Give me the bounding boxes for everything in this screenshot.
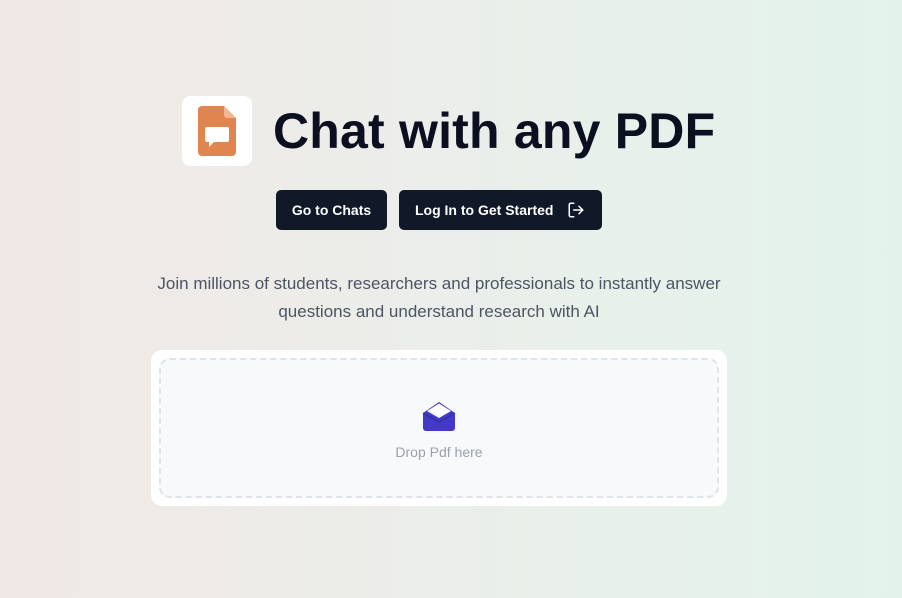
pdf-chat-icon xyxy=(198,106,236,156)
go-to-chats-label: Go to Chats xyxy=(291,202,372,218)
dropzone-text: Drop Pdf here xyxy=(395,444,483,460)
pdf-dropzone[interactable]: Drop Pdf here xyxy=(159,358,719,498)
logo xyxy=(182,96,252,166)
title-row: Chat with any PDF xyxy=(182,96,715,166)
inbox-icon xyxy=(421,400,457,432)
go-to-chats-button[interactable]: Go to Chats xyxy=(276,190,387,230)
hero-subtitle: Join millions of students, researchers a… xyxy=(157,274,721,321)
log-in-icon xyxy=(567,201,585,219)
login-button[interactable]: Log In to Get Started xyxy=(399,190,602,230)
login-label: Log In to Get Started xyxy=(415,202,554,218)
upload-card: Drop Pdf here xyxy=(151,350,727,506)
hero-section: Chat with any PDF Go to Chats Log In to … xyxy=(0,0,902,598)
page-title: Chat with any PDF xyxy=(273,103,716,159)
